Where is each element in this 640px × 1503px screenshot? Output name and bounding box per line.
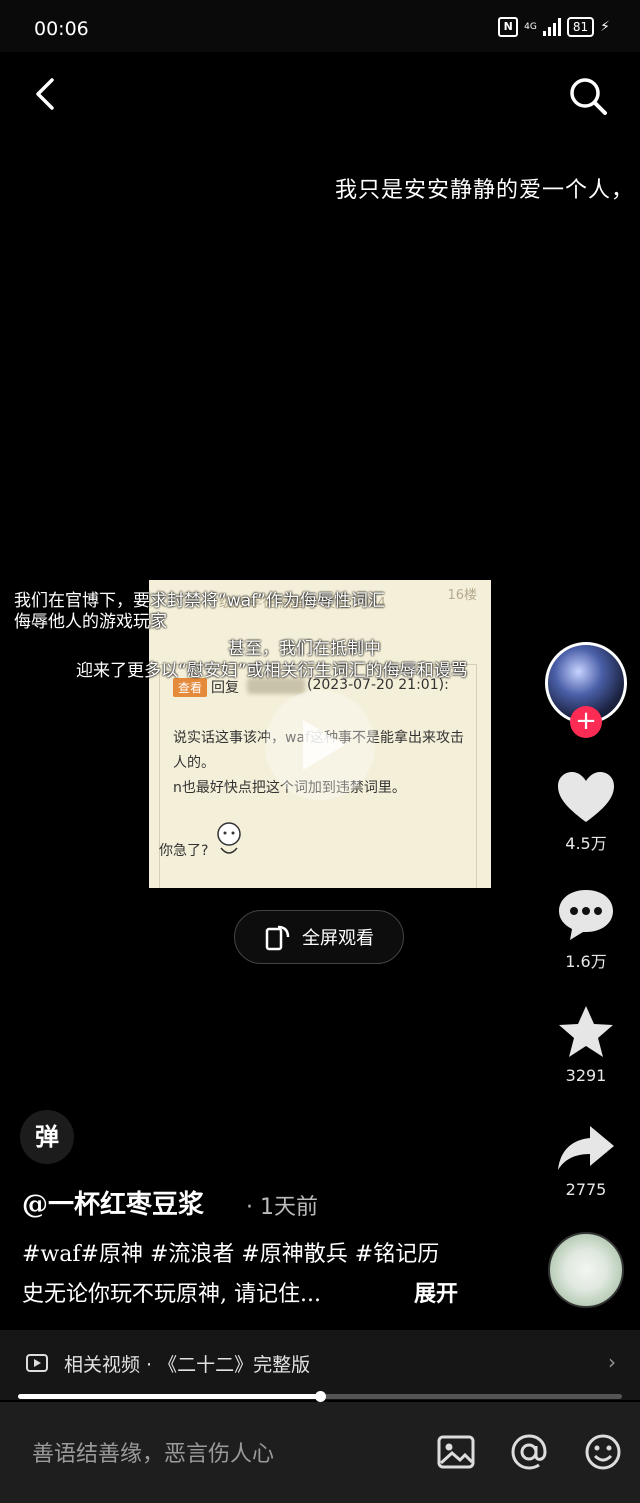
image-icon[interactable]: [436, 1432, 476, 1472]
mention-icon[interactable]: [509, 1432, 549, 1472]
favorite-button[interactable]: [556, 1004, 616, 1060]
emoji-icon[interactable]: [583, 1432, 623, 1472]
danmaku-toggle[interactable]: 弹: [20, 1110, 74, 1164]
music-disc[interactable]: [548, 1232, 624, 1308]
sticker-image: [217, 822, 241, 854]
video-icon: [26, 1354, 48, 1372]
description-line: 史无论你玩不玩原神, 请记住...: [22, 1282, 321, 1307]
progress-knob[interactable]: [315, 1391, 326, 1402]
favorite-count: 3291: [565, 1066, 607, 1085]
chevron-right-icon: ›: [608, 1350, 616, 1374]
follow-button[interactable]: +: [570, 706, 602, 738]
play-button[interactable]: [265, 690, 375, 800]
post-time: · 1天前: [246, 1195, 318, 1220]
lyric-text: 我只是安安静静的爱一个人，: [334, 178, 634, 203]
subtitle-line: 迎来了更多以“慰安妇”或相关衍生词汇的侮辱和谩骂: [76, 661, 468, 681]
share-count: 2775: [565, 1180, 607, 1199]
nfc-icon: N: [498, 17, 519, 37]
video-frame[interactable]: 级别:学徒 威望:1 发帖:2984 16楼 查看 回复 (2023-07-20…: [149, 580, 491, 888]
play-icon: [303, 720, 345, 770]
post-footer-text: 你急了?: [159, 843, 209, 859]
rotate-screen-icon: [265, 925, 290, 951]
subtitle-line: 侮辱他人的游戏玩家: [14, 612, 167, 632]
description-line[interactable]: #waf#原神 #流浪者 #原神散兵 #铭记历: [22, 1236, 439, 1268]
author-name[interactable]: @一杯红枣豆浆: [22, 1184, 204, 1221]
signal-icon: [542, 18, 561, 36]
related-video-label: 相关视频 · 《二十二》完整版: [64, 1354, 311, 1376]
fullscreen-label: 全屏观看: [302, 928, 374, 949]
expand-button[interactable]: 展开: [414, 1276, 458, 1308]
status-time: 00:06: [34, 18, 89, 40]
progress-fill: [18, 1394, 320, 1399]
charging-icon: ⚡: [600, 19, 610, 35]
like-count: 4.5万: [565, 834, 607, 853]
danmaku-label: 弹: [35, 1123, 59, 1151]
battery-level: 81: [566, 17, 595, 37]
comment-input[interactable]: 善语结善缘，恶言伤人心: [32, 1436, 274, 1468]
share-button[interactable]: [556, 1120, 616, 1176]
chevron-left-icon: [36, 78, 54, 110]
back-button[interactable]: [30, 76, 66, 112]
like-button[interactable]: [556, 770, 616, 826]
post-floor: 16楼: [447, 588, 477, 603]
related-video-bar[interactable]: 相关视频 · 《二十二》完整版 ›: [0, 1330, 640, 1400]
status-icons: N 4G 81 ⚡: [498, 17, 610, 37]
search-icon: [570, 78, 607, 115]
network-type: 4G: [524, 21, 537, 32]
search-button[interactable]: [566, 74, 610, 118]
comment-button[interactable]: [556, 886, 616, 942]
fullscreen-button[interactable]: 全屏观看: [234, 910, 404, 964]
comment-count: 1.6万: [565, 952, 607, 971]
